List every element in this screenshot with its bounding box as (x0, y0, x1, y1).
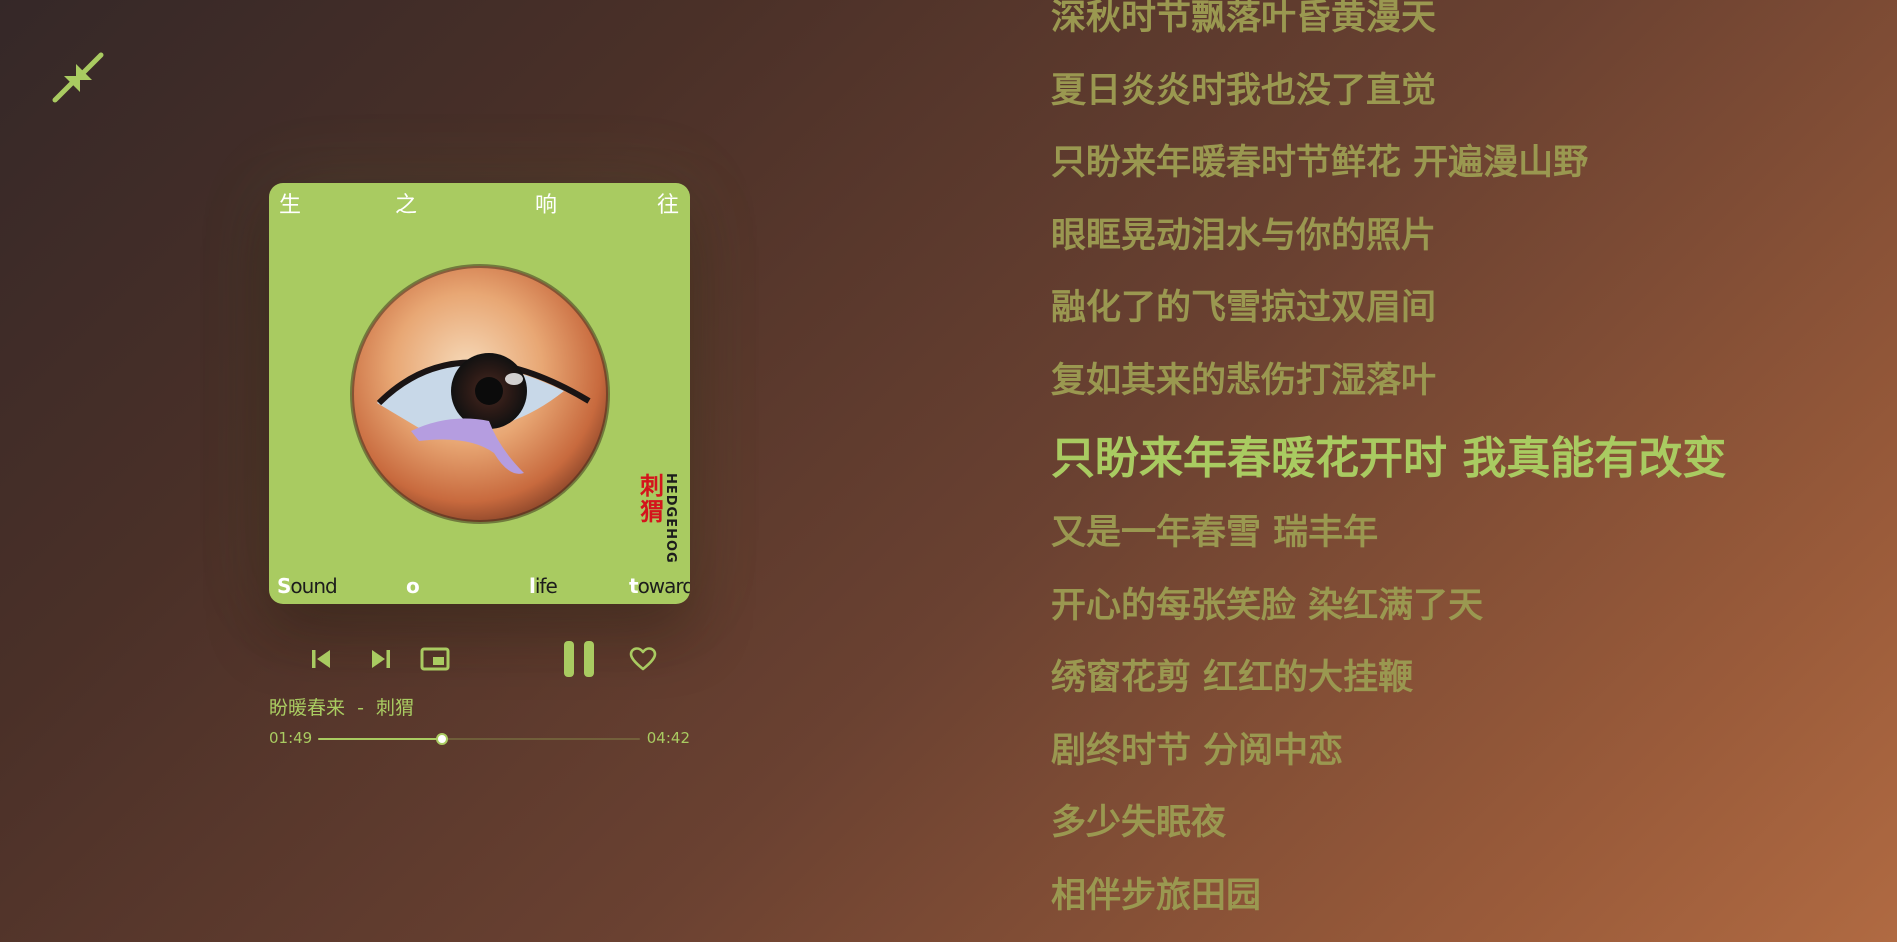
band-name-english: HEDGEHOG (663, 473, 678, 564)
album-cover: 生 之 响 往 刺猬 HEDGEHOG Sound o life toward (269, 183, 690, 604)
playback-controls (269, 634, 690, 684)
cover-title-char: 生 (279, 193, 302, 218)
lyric-line[interactable]: 眼眶晃动泪水与你的照片 (1051, 210, 1871, 283)
lyric-line[interactable]: 融化了的飞雪掠过双眉间 (1051, 282, 1871, 355)
progress-track[interactable] (318, 733, 640, 745)
skip-next-icon (372, 650, 390, 668)
lyric-line-active[interactable]: 只盼来年春暖花开时 我真能有改变 (1051, 427, 1871, 507)
cover-subtitle-word: towards (629, 574, 690, 598)
lyric-line[interactable]: 又是一年春雪 瑞丰年 (1051, 507, 1871, 580)
lyric-line[interactable]: 夏日炎炎时我也没了直觉 (1051, 65, 1871, 138)
song-info: 盼暖春来 - 刺猬 (269, 693, 414, 720)
skip-previous-icon (312, 650, 330, 668)
total-time: 04:42 (646, 729, 690, 747)
cover-title-char: 响 (535, 193, 558, 218)
cover-subtitle: Sound o life towards (269, 568, 690, 598)
lyric-line[interactable]: 绣窗花剪 红红的大挂鞭 (1051, 652, 1871, 725)
progress-fill (318, 738, 443, 740)
lyric-line[interactable]: 只盼来年暖春时节鲜花 开遍漫山野 (1051, 137, 1871, 210)
progress-bar: 01:49 04:42 (269, 729, 690, 749)
lyric-line[interactable]: 剧终时节 分阅中恋 (1051, 725, 1871, 798)
picture-in-picture-icon (420, 647, 450, 671)
lyric-line[interactable]: 复如其来的悲伤打湿落叶 (1051, 355, 1871, 428)
pause-icon (564, 641, 594, 677)
collapse-button[interactable] (50, 50, 106, 106)
lyric-line[interactable]: 相伴步旅田园 (1051, 870, 1871, 942)
collapse-arrows-icon (52, 52, 104, 103)
lyric-line[interactable]: 开心的每张笑脸 染红满了天 (1051, 580, 1871, 653)
like-button[interactable] (623, 634, 663, 684)
progress-handle[interactable] (436, 733, 449, 745)
cover-title-char: 往 (657, 193, 680, 218)
cover-title: 生 之 响 往 (269, 187, 690, 227)
current-time: 01:49 (269, 729, 313, 747)
song-artist: 刺猬 (375, 697, 414, 719)
song-separator: - (357, 697, 364, 719)
cover-title-char: 之 (395, 193, 418, 218)
lyric-line[interactable]: 深秋时节飘落叶昏黄漫天 (1051, 0, 1871, 65)
eye-artwork (350, 264, 610, 524)
picture-in-picture-button[interactable] (415, 634, 455, 684)
lyric-line[interactable]: 多少失眠夜 (1051, 797, 1871, 870)
cover-subtitle-word: Sound (277, 574, 338, 598)
pause-button[interactable] (559, 634, 599, 684)
cover-subtitle-word: life (529, 574, 558, 598)
next-button[interactable] (361, 634, 401, 684)
previous-button[interactable] (301, 634, 341, 684)
lyrics-panel: 深秋时节飘落叶昏黄漫天 夏日炎炎时我也没了直觉 只盼来年暖春时节鲜花 开遍漫山野 眼眶… (1051, 0, 1871, 942)
song-title: 盼暖春来 (269, 697, 346, 719)
heart-icon (629, 647, 657, 671)
cover-subtitle-word: o (406, 574, 420, 598)
